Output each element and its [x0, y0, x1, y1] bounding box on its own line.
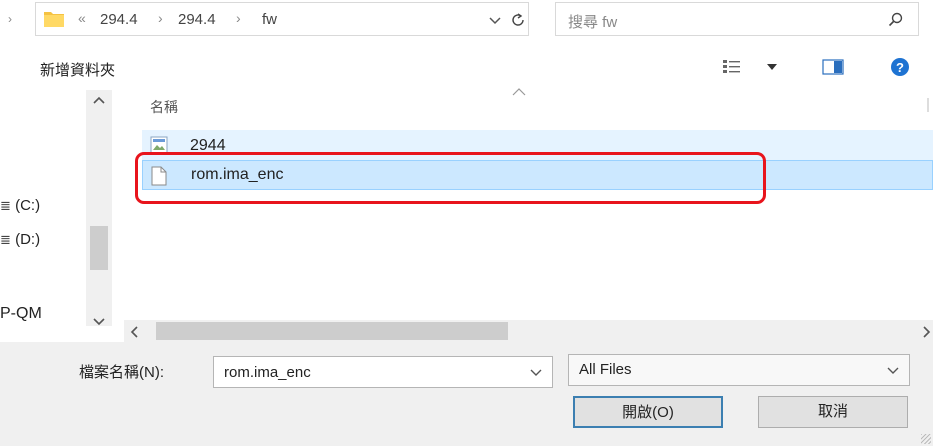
chevron-down-icon[interactable] — [887, 367, 899, 375]
breadcrumb-separator[interactable]: › — [158, 10, 163, 26]
toolbar: 新增資料夾 ? — [0, 48, 933, 88]
horizontal-scrollbar[interactable] — [124, 320, 933, 342]
refresh-icon[interactable] — [510, 12, 526, 28]
sort-indicator-icon — [512, 88, 526, 96]
nav-item-label: (D:) — [15, 231, 41, 248]
breadcrumb-separator[interactable]: › — [236, 10, 241, 26]
drive-icon: ≣ — [0, 198, 11, 213]
filename-combobox[interactable]: rom.ima_enc — [213, 356, 553, 388]
hscroll-thumb[interactable] — [156, 322, 508, 340]
nav-item-drive-d[interactable]: ≣ (D:) — [0, 231, 40, 248]
help-icon[interactable]: ? — [890, 57, 910, 77]
back-chevrons: « — [78, 10, 86, 26]
filetype-select[interactable]: All Files — [568, 354, 910, 386]
scroll-right-icon[interactable] — [923, 326, 931, 338]
nav-item-label: (C:) — [15, 197, 41, 214]
scroll-down-icon[interactable] — [93, 318, 105, 326]
address-bar[interactable]: « 294.4 › 294.4 › fw — [35, 2, 529, 36]
nav-scrollbar[interactable] — [86, 90, 112, 326]
filename-input[interactable]: rom.ima_enc — [224, 364, 311, 381]
chevron-down-icon[interactable] — [488, 15, 502, 25]
view-options-icon[interactable] — [722, 58, 742, 74]
nav-item-drive-c[interactable]: ≣ (C:) — [0, 197, 40, 214]
bottom-panel: 檔案名稱(N): rom.ima_enc All Files 開啟(O) 取消 — [0, 342, 933, 446]
filename-label: 檔案名稱(N): — [79, 364, 164, 381]
nav-scroll-thumb[interactable] — [90, 226, 108, 270]
search-box[interactable]: 搜尋 fw — [555, 2, 919, 36]
breadcrumb-item[interactable]: 294.4 — [178, 11, 216, 28]
breadcrumb-item[interactable]: 294.4 — [100, 11, 138, 28]
drive-icon: ≣ — [0, 232, 11, 247]
filetype-value: All Files — [579, 361, 632, 378]
new-folder-button[interactable]: 新增資料夾 — [40, 59, 115, 80]
cancel-button[interactable]: 取消 — [758, 396, 908, 428]
open-button[interactable]: 開啟(O) — [573, 396, 723, 428]
scroll-left-icon[interactable] — [130, 326, 138, 338]
nav-item-network-pc[interactable]: P-QM — [0, 305, 42, 323]
left-edge-arrow: › — [8, 12, 12, 26]
resize-grip-icon[interactable] — [921, 434, 931, 444]
caret-down-icon[interactable] — [766, 63, 778, 71]
column-divider — [927, 98, 929, 112]
svg-text:?: ? — [896, 60, 904, 75]
highlight-annotation — [135, 152, 766, 204]
preview-pane-icon[interactable] — [822, 59, 844, 75]
column-header-name[interactable]: 名稱 — [150, 97, 178, 117]
search-icon[interactable] — [888, 12, 904, 28]
search-input[interactable]: 搜尋 fw — [568, 11, 617, 32]
chevron-down-icon[interactable] — [530, 369, 542, 377]
scroll-up-icon[interactable] — [93, 96, 105, 104]
folder-icon — [44, 12, 64, 27]
breadcrumb-item[interactable]: fw — [262, 11, 277, 28]
